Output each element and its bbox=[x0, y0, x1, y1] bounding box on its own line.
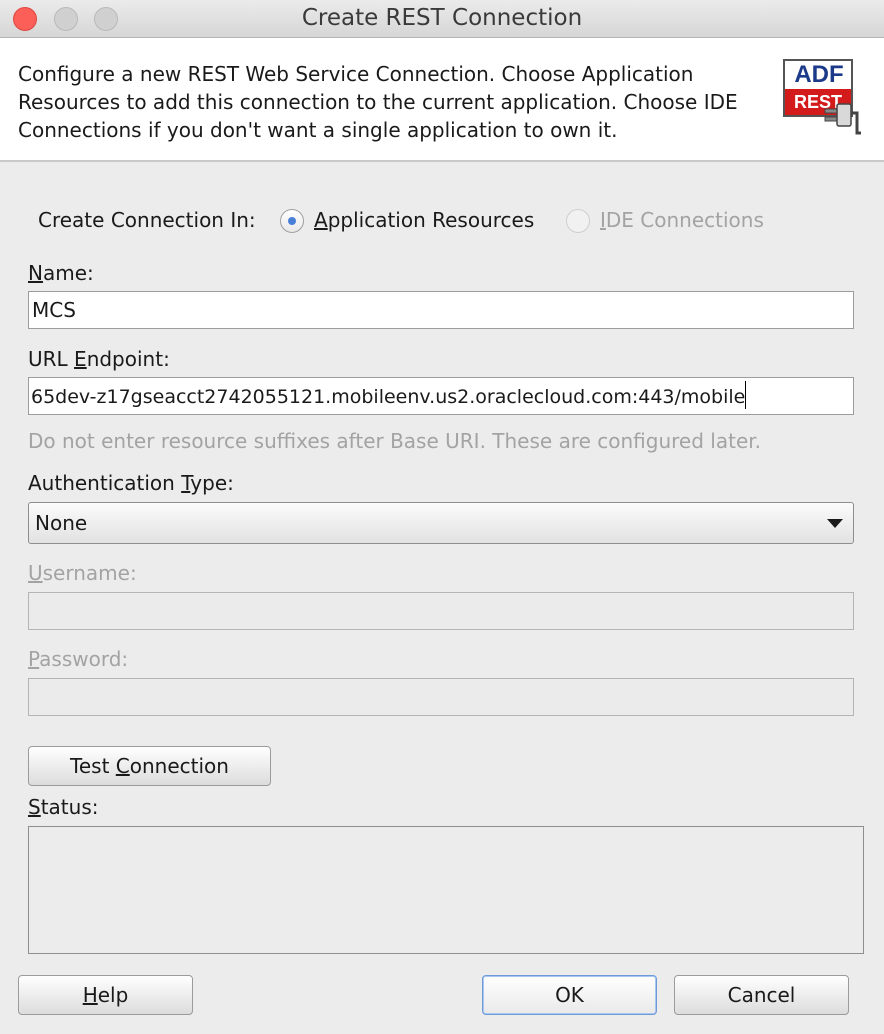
adf-icon-top-text: ADF bbox=[794, 61, 844, 88]
text-caret bbox=[745, 381, 747, 409]
authentication-type-label: Authentication Type: bbox=[28, 471, 234, 495]
password-field bbox=[28, 678, 854, 716]
username-field bbox=[28, 592, 854, 630]
name-label: Name: bbox=[28, 261, 94, 285]
test-connection-button[interactable]: Test Connection bbox=[28, 746, 271, 786]
url-endpoint-field[interactable]: 65dev-z17gseacct2742055121.mobileenv.us2… bbox=[28, 377, 854, 415]
ide-connections-radio bbox=[566, 209, 590, 233]
help-button[interactable]: Help bbox=[18, 975, 193, 1015]
cancel-button[interactable]: Cancel bbox=[674, 975, 849, 1015]
ok-button[interactable]: OK bbox=[482, 975, 657, 1015]
title-bar: Create REST Connection bbox=[0, 0, 884, 38]
chevron-down-icon bbox=[827, 519, 843, 528]
status-label: Status: bbox=[28, 795, 99, 819]
application-resources-radio[interactable] bbox=[280, 209, 304, 233]
url-endpoint-label: URL Endpoint: bbox=[28, 347, 170, 371]
dialog-header: Configure a new REST Web Service Connect… bbox=[0, 38, 884, 162]
authentication-type-select[interactable]: None bbox=[28, 502, 854, 544]
username-label: Username: bbox=[28, 561, 137, 585]
url-endpoint-hint: Do not enter resource suffixes after Bas… bbox=[28, 429, 761, 453]
status-area bbox=[28, 826, 864, 954]
plug-icon bbox=[824, 103, 861, 135]
password-label: Password: bbox=[28, 647, 129, 671]
application-resources-label[interactable]: Application Resources bbox=[314, 208, 534, 232]
window-title: Create REST Connection bbox=[301, 5, 583, 31]
ide-connections-label: IDE Connections bbox=[600, 208, 764, 232]
name-field[interactable]: MCS bbox=[28, 291, 854, 329]
header-description: Configure a new REST Web Service Connect… bbox=[18, 62, 738, 142]
authentication-type-value: None bbox=[35, 511, 88, 535]
create-connection-in-label: Create Connection In: bbox=[38, 208, 256, 232]
adf-rest-connection-icon: ADF REST bbox=[783, 59, 867, 139]
